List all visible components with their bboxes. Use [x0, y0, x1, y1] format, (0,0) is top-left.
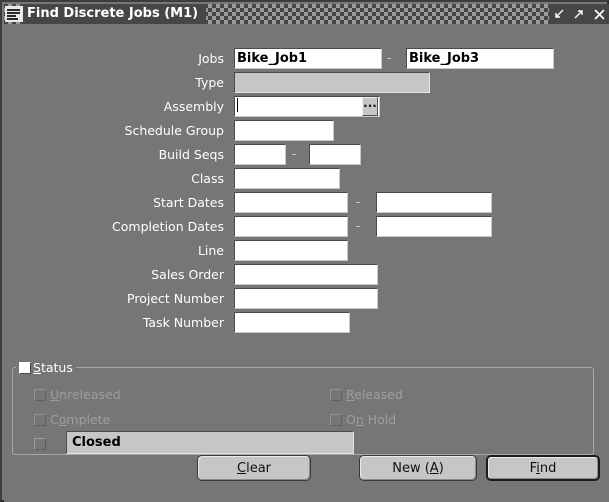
complete-checkbox[interactable]: [34, 414, 46, 426]
field-label-completion-dates: Completion Dates: [112, 219, 224, 234]
new-button-label: New (A): [392, 461, 444, 476]
unreleased-checkbox[interactable]: [34, 389, 46, 401]
find-button-label: Find: [530, 461, 557, 476]
titlebar-pattern: [206, 4, 549, 24]
on-hold-checkbox[interactable]: [330, 414, 342, 426]
checkbox-status-select[interactable]: [34, 436, 46, 452]
close-icon[interactable]: [589, 4, 609, 24]
status-group-label: Status: [33, 361, 73, 375]
status-mnemonic: S: [33, 360, 41, 375]
minimize-icon[interactable]: [549, 4, 569, 24]
on-hold-label-pre: O: [346, 412, 356, 427]
build-seqs-range-separator: -: [292, 147, 297, 161]
field-label-start-dates: Start Dates: [153, 195, 224, 210]
on-hold-label: On Hold: [346, 413, 396, 427]
status-select-checkbox[interactable]: [34, 438, 46, 450]
field-label-type: Type: [195, 75, 224, 90]
new-button[interactable]: New (A): [359, 455, 477, 481]
status-label-rest: tatus: [40, 360, 73, 375]
new-label-rest: ): [438, 460, 444, 476]
jobs-from-input[interactable]: Bike_Job1: [234, 48, 382, 69]
clear-mnemonic: C: [237, 460, 247, 476]
jobs-to-input[interactable]: Bike_Job3: [406, 48, 554, 69]
class-input[interactable]: [234, 168, 340, 189]
schedule-group-input[interactable]: [234, 120, 334, 141]
task-number-input[interactable]: [234, 312, 350, 333]
checkbox-on-hold[interactable]: On Hold: [330, 412, 396, 428]
field-label-task-number: Task Number: [142, 315, 224, 330]
type-combo[interactable]: [234, 72, 430, 93]
field-label-line: Line: [197, 243, 224, 258]
project-number-input[interactable]: [234, 288, 378, 309]
oracle-logo-icon: [5, 6, 23, 22]
completion-dates-range-separator: -: [356, 219, 361, 233]
field-label-class: Class: [191, 171, 224, 186]
window-title: Find Discrete Jobs (M1): [23, 4, 207, 24]
released-label-rest: eleased: [354, 387, 403, 402]
checkbox-unreleased[interactable]: Unreleased: [34, 387, 121, 403]
new-label-pre: New (: [392, 460, 430, 476]
completion-dates-to-input[interactable]: [376, 216, 492, 237]
application-window: Find Discrete Jobs (M1) Jobs Bike_Job1 -…: [0, 0, 609, 502]
field-label-jobs: Jobs: [198, 51, 224, 66]
status-group-legend[interactable]: Status: [16, 360, 76, 376]
jobs-range-separator: -: [387, 51, 392, 65]
find-label-rest: nd: [539, 460, 557, 476]
field-label-sales-order: Sales Order: [151, 267, 224, 282]
on-hold-mnemonic: n: [355, 412, 364, 427]
start-dates-from-input[interactable]: [234, 192, 348, 213]
assembly-lov-button[interactable]: ...: [362, 97, 378, 116]
completion-dates-from-input[interactable]: [234, 216, 348, 237]
start-dates-range-separator: -: [356, 195, 361, 209]
field-label-schedule-group: Schedule Group: [124, 123, 224, 138]
status-select-combo[interactable]: Closed: [66, 431, 354, 454]
complete-label-pre: C: [50, 412, 59, 427]
line-input[interactable]: [234, 240, 348, 261]
clear-button[interactable]: Clear: [197, 455, 311, 481]
find-button[interactable]: Find: [486, 455, 600, 481]
start-dates-to-input[interactable]: [376, 192, 492, 213]
field-label-assembly: Assembly: [163, 99, 224, 114]
complete-label-rest: mplete: [66, 412, 111, 427]
clear-label-rest: lear: [246, 460, 271, 476]
status-group-checkbox[interactable]: [19, 362, 31, 374]
form-canvas: Jobs Bike_Job1 - Bike_Job3 Type Assembly…: [4, 24, 609, 502]
complete-label: Complete: [50, 413, 110, 427]
on-hold-label-rest: Hold: [363, 412, 397, 427]
build-seqs-from-input[interactable]: [234, 144, 286, 165]
unreleased-mnemonic: U: [50, 387, 60, 402]
checkbox-released[interactable]: Released: [330, 387, 403, 403]
clear-button-label: Clear: [237, 461, 271, 476]
unreleased-label-rest: nreleased: [59, 387, 121, 402]
unreleased-label: Unreleased: [50, 388, 121, 402]
sales-order-input[interactable]: [234, 264, 378, 285]
checkbox-complete[interactable]: Complete: [34, 412, 110, 428]
build-seqs-to-input[interactable]: [309, 144, 361, 165]
released-mnemonic: R: [346, 387, 355, 402]
field-label-build-seqs: Build Seqs: [158, 147, 224, 162]
released-label: Released: [346, 388, 403, 402]
window-titlebar[interactable]: Find Discrete Jobs (M1): [4, 4, 609, 24]
assembly-input[interactable]: [234, 96, 380, 117]
maximize-icon[interactable]: [569, 4, 589, 24]
new-mnemonic: A: [429, 460, 439, 476]
field-label-project-number: Project Number: [127, 291, 224, 306]
released-checkbox[interactable]: [330, 389, 342, 401]
